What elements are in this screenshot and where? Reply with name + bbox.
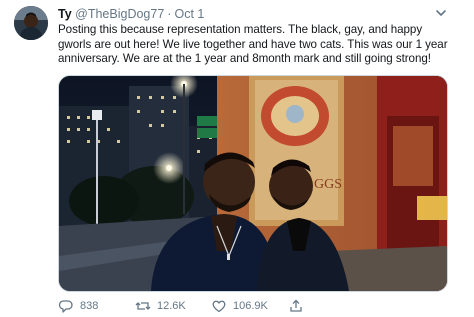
share-icon — [290, 299, 302, 312]
retweet-icon — [135, 302, 151, 310]
tweet-header: Ty @TheBigDog77 · Oct 1 — [58, 7, 204, 22]
svg-text:GGS: GGS — [314, 177, 342, 192]
tweet-photo[interactable]: GGS — [58, 75, 448, 292]
reply-button[interactable]: 838 — [58, 298, 98, 314]
chevron-down-icon[interactable] — [434, 6, 448, 20]
reply-icon — [58, 300, 73, 313]
retweet-count: 12.6K — [157, 300, 186, 312]
heart-icon — [212, 300, 226, 313]
like-count: 106.9K — [233, 300, 268, 312]
reply-count: 838 — [80, 300, 99, 312]
like-button[interactable]: 106.9K — [211, 298, 268, 314]
tweet-actions: 838 12.6K 106.9K — [58, 298, 448, 314]
tweet-date[interactable]: Oct 1 — [174, 7, 204, 21]
user-handle[interactable]: @TheBigDog77 — [75, 7, 164, 21]
retweet-button[interactable]: 12.6K — [135, 298, 186, 314]
tweet[interactable]: Ty @TheBigDog77 · Oct 1 Posting this becau… — [0, 0, 474, 317]
avatar[interactable] — [14, 6, 48, 40]
display-name[interactable]: Ty — [58, 7, 72, 21]
tweet-text: Posting this because representation matt… — [58, 23, 448, 66]
share-button[interactable] — [288, 298, 310, 314]
separator-dot: · — [167, 7, 172, 21]
